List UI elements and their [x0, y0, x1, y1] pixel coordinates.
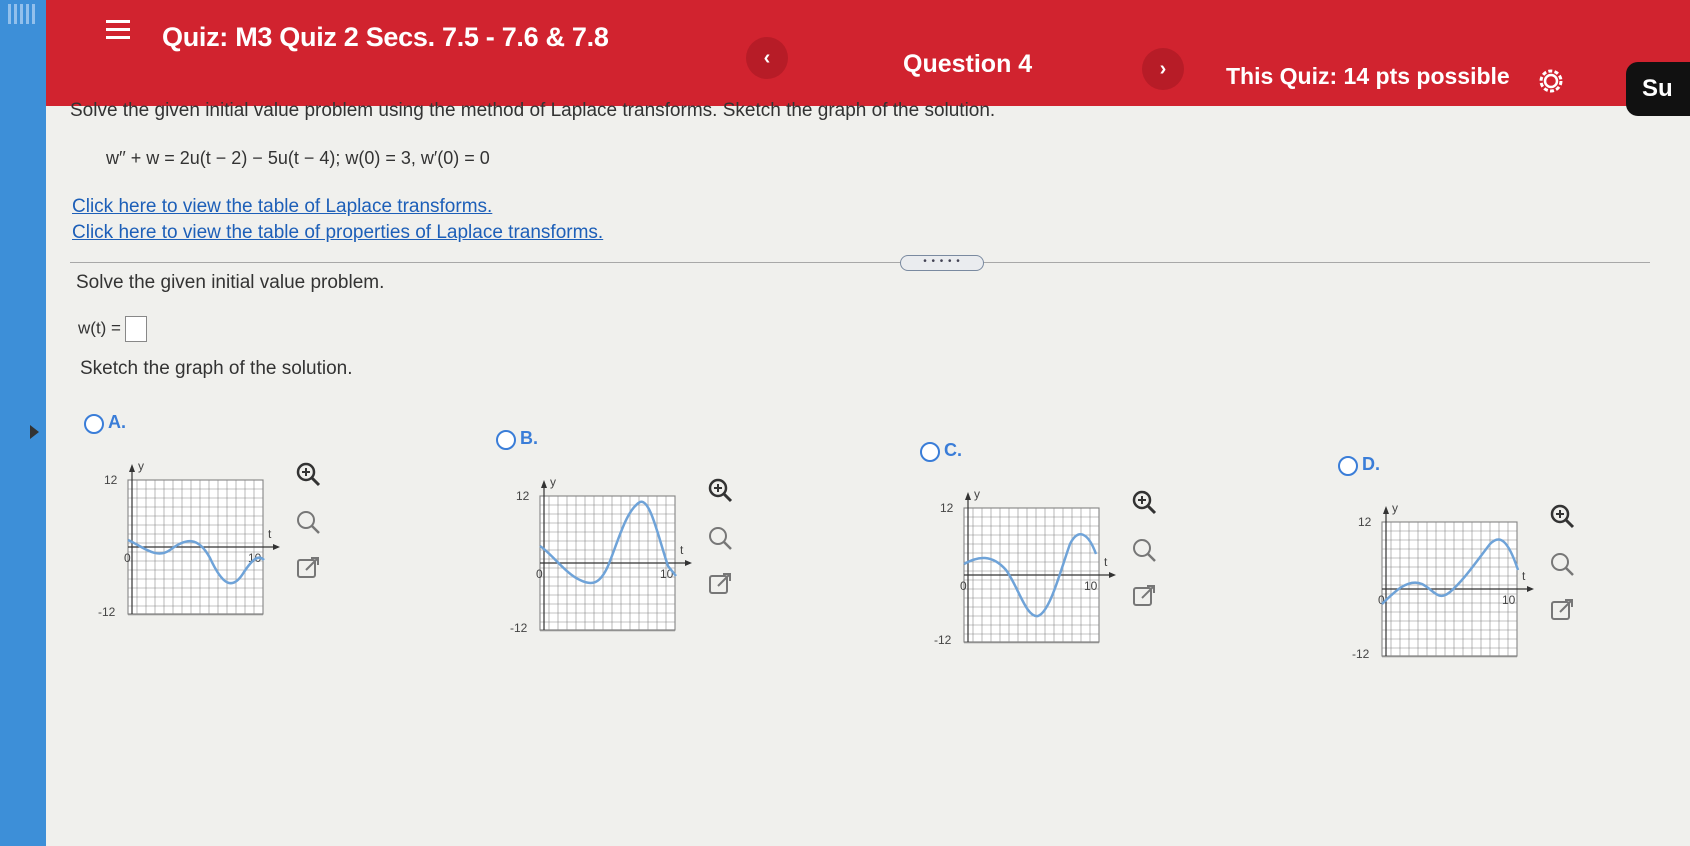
y-axis-label: y — [1392, 501, 1398, 515]
x-axis-label: t — [1104, 555, 1108, 569]
answer-option-d[interactable]: D. 12 -12 y t 0 10 — [1338, 454, 1638, 716]
answer-option-c[interactable]: C. 12 -12 y t 0 10 — [920, 440, 1220, 702]
differential-equation: w′′ + w = 2u(t − 2) − 5u(t − 4); w(0) = … — [106, 148, 490, 168]
option-graph: 12-12yt0 10 — [98, 459, 280, 619]
sketch-prompt: Sketch the graph of the solution. — [80, 358, 353, 379]
x-end-label: 10 — [1502, 593, 1516, 607]
quiz-header: Quiz: M3 Quiz 2 Secs. 7.5 - 7.6 & 7.8 ‹ … — [46, 0, 1690, 116]
x-axis-label: t — [268, 527, 272, 541]
menu-icon[interactable] — [106, 20, 130, 40]
open-external-icon[interactable] — [1130, 582, 1158, 610]
x-axis-label: t — [1522, 569, 1526, 583]
option-radio[interactable] — [84, 414, 104, 434]
x-origin-label: 0 — [536, 567, 543, 581]
option-radio[interactable] — [920, 442, 940, 462]
y-max-label: 12 — [104, 473, 118, 487]
answer-option-b[interactable]: B. 12 -12 y t 0 10 — [496, 428, 796, 690]
option-radio[interactable] — [496, 430, 516, 450]
laplace-table-link[interactable]: Click here to view the table of Laplace … — [72, 196, 492, 218]
laplace-properties-link[interactable]: Click here to view the table of properti… — [72, 222, 603, 244]
answer-option-a[interactable]: A. 12 -12 y t 0 10 — [84, 412, 384, 674]
open-external-icon[interactable] — [1548, 596, 1576, 624]
y-max-label: 12 — [940, 501, 954, 515]
y-min-label: -12 — [510, 621, 528, 635]
answer-label: w(t) = — [78, 318, 121, 338]
submit-quiz-button[interactable]: Su — [1626, 62, 1690, 116]
next-question-button[interactable]: › — [1142, 48, 1184, 90]
expand-handle[interactable]: • • • • • — [900, 255, 984, 271]
option-letter: A. — [108, 412, 126, 432]
x-origin-label: 0 — [1378, 593, 1385, 607]
x-origin-label: 0 — [124, 551, 131, 565]
answer-input[interactable] — [124, 316, 147, 342]
y-axis-label: y — [550, 475, 556, 489]
y-max-label: 12 — [516, 489, 530, 503]
y-axis-label: y — [138, 459, 144, 473]
zoom-in-icon[interactable] — [294, 460, 322, 488]
option-graph: 12 -12 y t 0 10 — [934, 487, 1116, 647]
option-letter: C. — [944, 440, 962, 460]
quiz-title: Quiz: M3 Quiz 2 Secs. 7.5 - 7.6 & 7.8 — [162, 22, 609, 52]
open-external-icon[interactable] — [294, 554, 322, 582]
option-graph: 12 -12 y t 0 10 — [1352, 501, 1534, 661]
option-graph: 12-12yt0 10 — [510, 475, 692, 635]
zoom-out-icon[interactable] — [706, 524, 734, 552]
zoom-out-icon[interactable] — [294, 508, 322, 536]
expand-arrow-icon[interactable] — [30, 425, 39, 439]
question-number: Question 4 — [903, 50, 1033, 78]
option-radio[interactable] — [1338, 456, 1358, 476]
zoom-out-icon[interactable] — [1548, 550, 1576, 578]
zoom-in-icon[interactable] — [1130, 488, 1158, 516]
y-min-label: -12 — [98, 605, 116, 619]
x-axis-label: t — [680, 543, 684, 557]
zoom-in-icon[interactable] — [706, 476, 734, 504]
section-divider — [70, 262, 1650, 263]
points-possible: This Quiz: 14 pts possible — [1226, 63, 1510, 89]
solve-prompt: Solve the given initial value problem. — [76, 272, 385, 293]
x-end-label: 10 — [1084, 579, 1098, 593]
problem-instructions: Solve the given initial value problem us… — [70, 100, 996, 121]
open-external-icon[interactable] — [706, 570, 734, 598]
gear-icon[interactable] — [1536, 66, 1566, 96]
y-min-label: -12 — [1352, 647, 1370, 661]
grid-dots-icon — [8, 4, 36, 24]
answer-row: w(t) = — [78, 316, 147, 342]
y-max-label: 12 — [1358, 515, 1372, 529]
quiz-page: Quiz: M3 Quiz 2 Secs. 7.5 - 7.6 & 7.8 ‹ … — [46, 0, 1690, 846]
zoom-in-icon[interactable] — [1548, 502, 1576, 530]
previous-question-button[interactable]: ‹ — [746, 37, 788, 79]
x-origin-label: 0 — [960, 579, 967, 593]
left-sidebar-strip — [0, 0, 46, 846]
zoom-out-icon[interactable] — [1130, 536, 1158, 564]
y-axis-label: y — [974, 487, 980, 501]
option-letter: B. — [520, 428, 538, 448]
option-letter: D. — [1362, 454, 1380, 474]
y-min-label: -12 — [934, 633, 952, 647]
